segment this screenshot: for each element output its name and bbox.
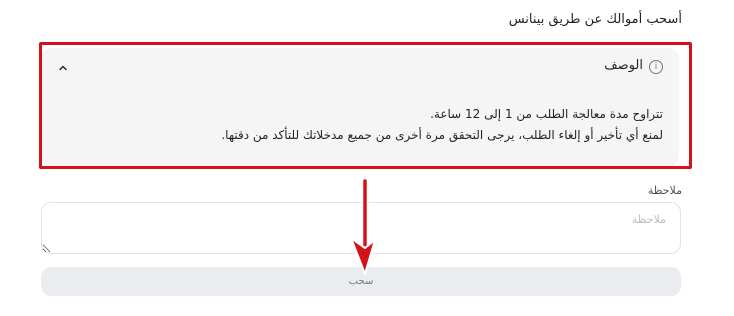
- page-title: أسحب أموالك عن طريق بينانس: [508, 12, 682, 27]
- description-line: تتراوح مدة معالجة الطلب من 1 إلى 12 ساعة…: [430, 107, 663, 121]
- chevron-up-icon[interactable]: [57, 62, 69, 74]
- description-panel: i الوصف تتراوح مدة معالجة الطلب من 1 إلى…: [41, 48, 679, 166]
- description-title: الوصف: [604, 58, 643, 73]
- description-text: تتراوح مدة معالجة الطلب من 1 إلى 12 ساعة…: [221, 104, 663, 146]
- withdraw-page: أسحب أموالك عن طريق بينانس i الوصف تتراو…: [0, 0, 734, 316]
- down-arrow-annotation: [350, 178, 376, 275]
- description-line: لمنع أي تأخير أو إلغاء الطلب، يرجى التحق…: [221, 128, 663, 142]
- note-label: ملاحظة: [647, 184, 682, 197]
- info-icon: i: [649, 60, 663, 74]
- description-header[interactable]: i الوصف: [41, 58, 679, 80]
